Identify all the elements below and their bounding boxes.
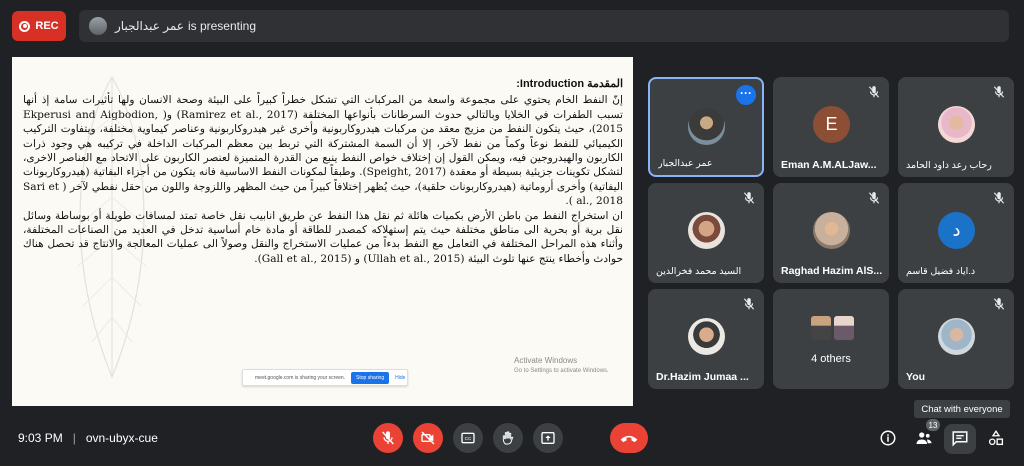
- people-count-badge: 13: [926, 419, 940, 431]
- chat-tooltip: Chat with everyone: [914, 400, 1010, 418]
- clock: 9:03 PM: [18, 431, 63, 445]
- participant-photo: [813, 212, 850, 249]
- document-heading: المقدمة Introduction:: [516, 78, 623, 90]
- document-paragraph-2: ان استخراج النفط من باطن الأرض بكميات ها…: [23, 209, 623, 265]
- chat-button[interactable]: [950, 428, 970, 448]
- shared-screen: المقدمة Introduction: إنّ النفط الخام يح…: [12, 57, 633, 406]
- recording-indicator[interactable]: REC: [12, 11, 66, 41]
- meeting-details-button[interactable]: [878, 428, 898, 448]
- participant-photo: [938, 106, 975, 143]
- participant-name: السيد محمد فخرالدين: [656, 266, 742, 277]
- hide-notice-button[interactable]: Hide: [395, 375, 405, 381]
- raise-hand-icon: [502, 431, 514, 445]
- rec-label: REC: [35, 20, 59, 32]
- present-icon: [541, 432, 555, 444]
- participant-tile[interactable]: Dr.Hazim Jumaa ...: [648, 289, 764, 389]
- participant-name: You: [906, 371, 926, 383]
- captions-button[interactable]: CC: [453, 423, 483, 453]
- participant-name: عمر عبدالجبار: [658, 158, 713, 169]
- share-notice-text: meet.google.com is sharing your screen.: [255, 374, 346, 381]
- participant-tile[interactable]: ··· عمر عبدالجبار: [648, 77, 764, 177]
- present-button[interactable]: [533, 423, 563, 453]
- mic-off-icon: [868, 192, 880, 204]
- participant-photo: [834, 316, 854, 340]
- others-avatars: [811, 316, 854, 340]
- activate-subtitle: Go to Settings to activate Windows.: [514, 368, 609, 374]
- activate-windows-watermark: Activate Windows Go to Settings to activ…: [514, 356, 609, 376]
- participant-tile-group[interactable]: 4 others: [773, 289, 889, 389]
- screen-share-notice: meet.google.com is sharing your screen. …: [242, 369, 408, 386]
- info-icon: [880, 430, 896, 446]
- participant-photo: [811, 316, 831, 340]
- camera-off-icon: [421, 431, 435, 445]
- participant-tile[interactable]: رحاب رعد داود الحامد: [898, 77, 1014, 177]
- mic-toggle-button[interactable]: [373, 423, 403, 453]
- participant-avatar: د: [938, 212, 975, 249]
- meet-window: REC عمر عبدالجبار is presenting المقدمة …: [0, 0, 1024, 466]
- mic-off-icon: [382, 431, 394, 445]
- meeting-code: ovn-ubyx-cue: [85, 431, 158, 445]
- camera-toggle-button[interactable]: [413, 423, 443, 453]
- people-icon: [916, 432, 932, 444]
- participant-photo: [938, 318, 975, 355]
- participant-name: Dr.Hazim Jumaa ...: [656, 371, 749, 383]
- others-count: 4 others: [811, 353, 851, 365]
- participant-tile[interactable]: E Eman A.M.ALJaw...: [773, 77, 889, 177]
- more-options-icon[interactable]: ···: [736, 85, 756, 105]
- participant-photo: [688, 108, 725, 145]
- participant-name: د.اياد فضيل قاسم: [906, 266, 976, 277]
- mic-off-icon: [993, 192, 1005, 204]
- participant-photo: [688, 212, 725, 249]
- activities-icon: [988, 430, 1004, 446]
- mic-off-icon: [743, 192, 755, 204]
- participant-name: Eman A.M.ALJaw...: [781, 159, 877, 171]
- participant-photo: [688, 318, 725, 355]
- captions-icon: CC: [461, 432, 475, 444]
- mic-off-icon: [743, 298, 755, 310]
- participant-tile[interactable]: Raghad Hazim AlS...: [773, 183, 889, 283]
- record-icon: [19, 20, 31, 32]
- end-call-button[interactable]: [610, 423, 648, 453]
- document-paragraph-1: إنّ النفط الخام يحتوي على مجموعة واسعة م…: [23, 94, 623, 208]
- presenter-avatar: [89, 17, 107, 35]
- activate-title: Activate Windows: [514, 356, 578, 365]
- people-button[interactable]: [914, 428, 934, 448]
- mic-off-icon: [868, 86, 880, 98]
- mic-off-icon: [993, 298, 1005, 310]
- participant-tile-self[interactable]: You: [898, 289, 1014, 389]
- svg-text:CC: CC: [465, 436, 472, 441]
- end-call-icon: [620, 435, 638, 443]
- participant-avatar: E: [813, 106, 850, 143]
- stop-sharing-button[interactable]: Stop sharing: [351, 371, 390, 384]
- participant-name: Raghad Hazim AlS...: [781, 265, 883, 277]
- meeting-info: 9:03 PM | ovn-ubyx-cue: [18, 431, 158, 445]
- chat-icon: [952, 431, 968, 447]
- mic-off-icon: [993, 86, 1005, 98]
- raise-hand-button[interactable]: [493, 423, 523, 453]
- activities-button[interactable]: [986, 428, 1006, 448]
- presenting-banner: عمر عبدالجبار is presenting: [79, 10, 1009, 42]
- presenter-name: عمر عبدالجبار: [115, 19, 184, 33]
- document-text: المقدمة Introduction: إنّ النفط الخام يح…: [23, 77, 623, 266]
- participant-tile[interactable]: السيد محمد فخرالدين: [648, 183, 764, 283]
- participant-tile[interactable]: د د.اياد فضيل قاسم: [898, 183, 1014, 283]
- presenting-label: is presenting: [187, 19, 256, 33]
- participant-name: رحاب رعد داود الحامد: [906, 160, 992, 171]
